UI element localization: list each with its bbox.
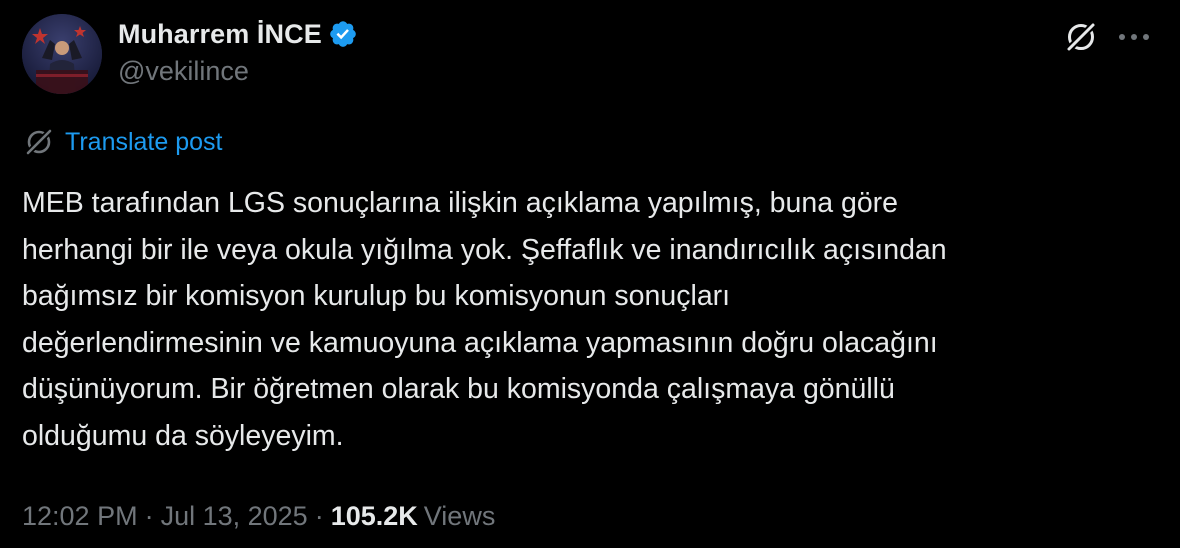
post-text-line: MEB tarafından LGS sonuçlarına ilişkin a…: [22, 187, 899, 219]
post-meta: 12:02 PM · Jul 13, 2025 · 105.2K Views: [22, 496, 495, 536]
meta-separator: ·: [314, 500, 324, 531]
post-text-line: olduğumu da söyleyeyim.: [22, 419, 344, 452]
tweet-card: Muharrem İNCE @vekilince Translate post …: [0, 0, 1180, 548]
post-text-line: bağımsız bir komisyon kurulup bu komisyo…: [22, 280, 731, 312]
author-name-row: Muharrem İNCE: [118, 16, 358, 52]
post-time[interactable]: 12:02 PM: [22, 501, 138, 532]
translate-icon: [22, 125, 56, 159]
author-handle[interactable]: @vekilince: [118, 56, 249, 87]
post-text-line: düşünüyorum. Bir öğretmen olarak bu komi…: [22, 373, 895, 405]
views-count[interactable]: 105.2K: [331, 501, 418, 532]
post-text: MEB tarafından LGS sonuçlarına ilişkin a…: [22, 180, 1162, 459]
views-label[interactable]: Views: [424, 501, 496, 532]
meta-separator: ·: [144, 500, 154, 531]
more-icon[interactable]: [1114, 18, 1154, 56]
verified-badge-icon[interactable]: [328, 19, 358, 49]
grok-icon[interactable]: [1062, 18, 1100, 56]
post-text-line: değerlendirmesinin ve kamuoyuna açıklama…: [22, 326, 938, 359]
translate-post-link[interactable]: Translate post: [65, 128, 222, 157]
author-display-name[interactable]: Muharrem İNCE: [118, 19, 322, 50]
avatar[interactable]: [22, 14, 102, 94]
post-date[interactable]: Jul 13, 2025: [161, 501, 308, 532]
post-text-line: herhangi bir ile veya okula yığılma yok.…: [22, 233, 947, 266]
translate-post-row[interactable]: Translate post: [22, 124, 222, 160]
